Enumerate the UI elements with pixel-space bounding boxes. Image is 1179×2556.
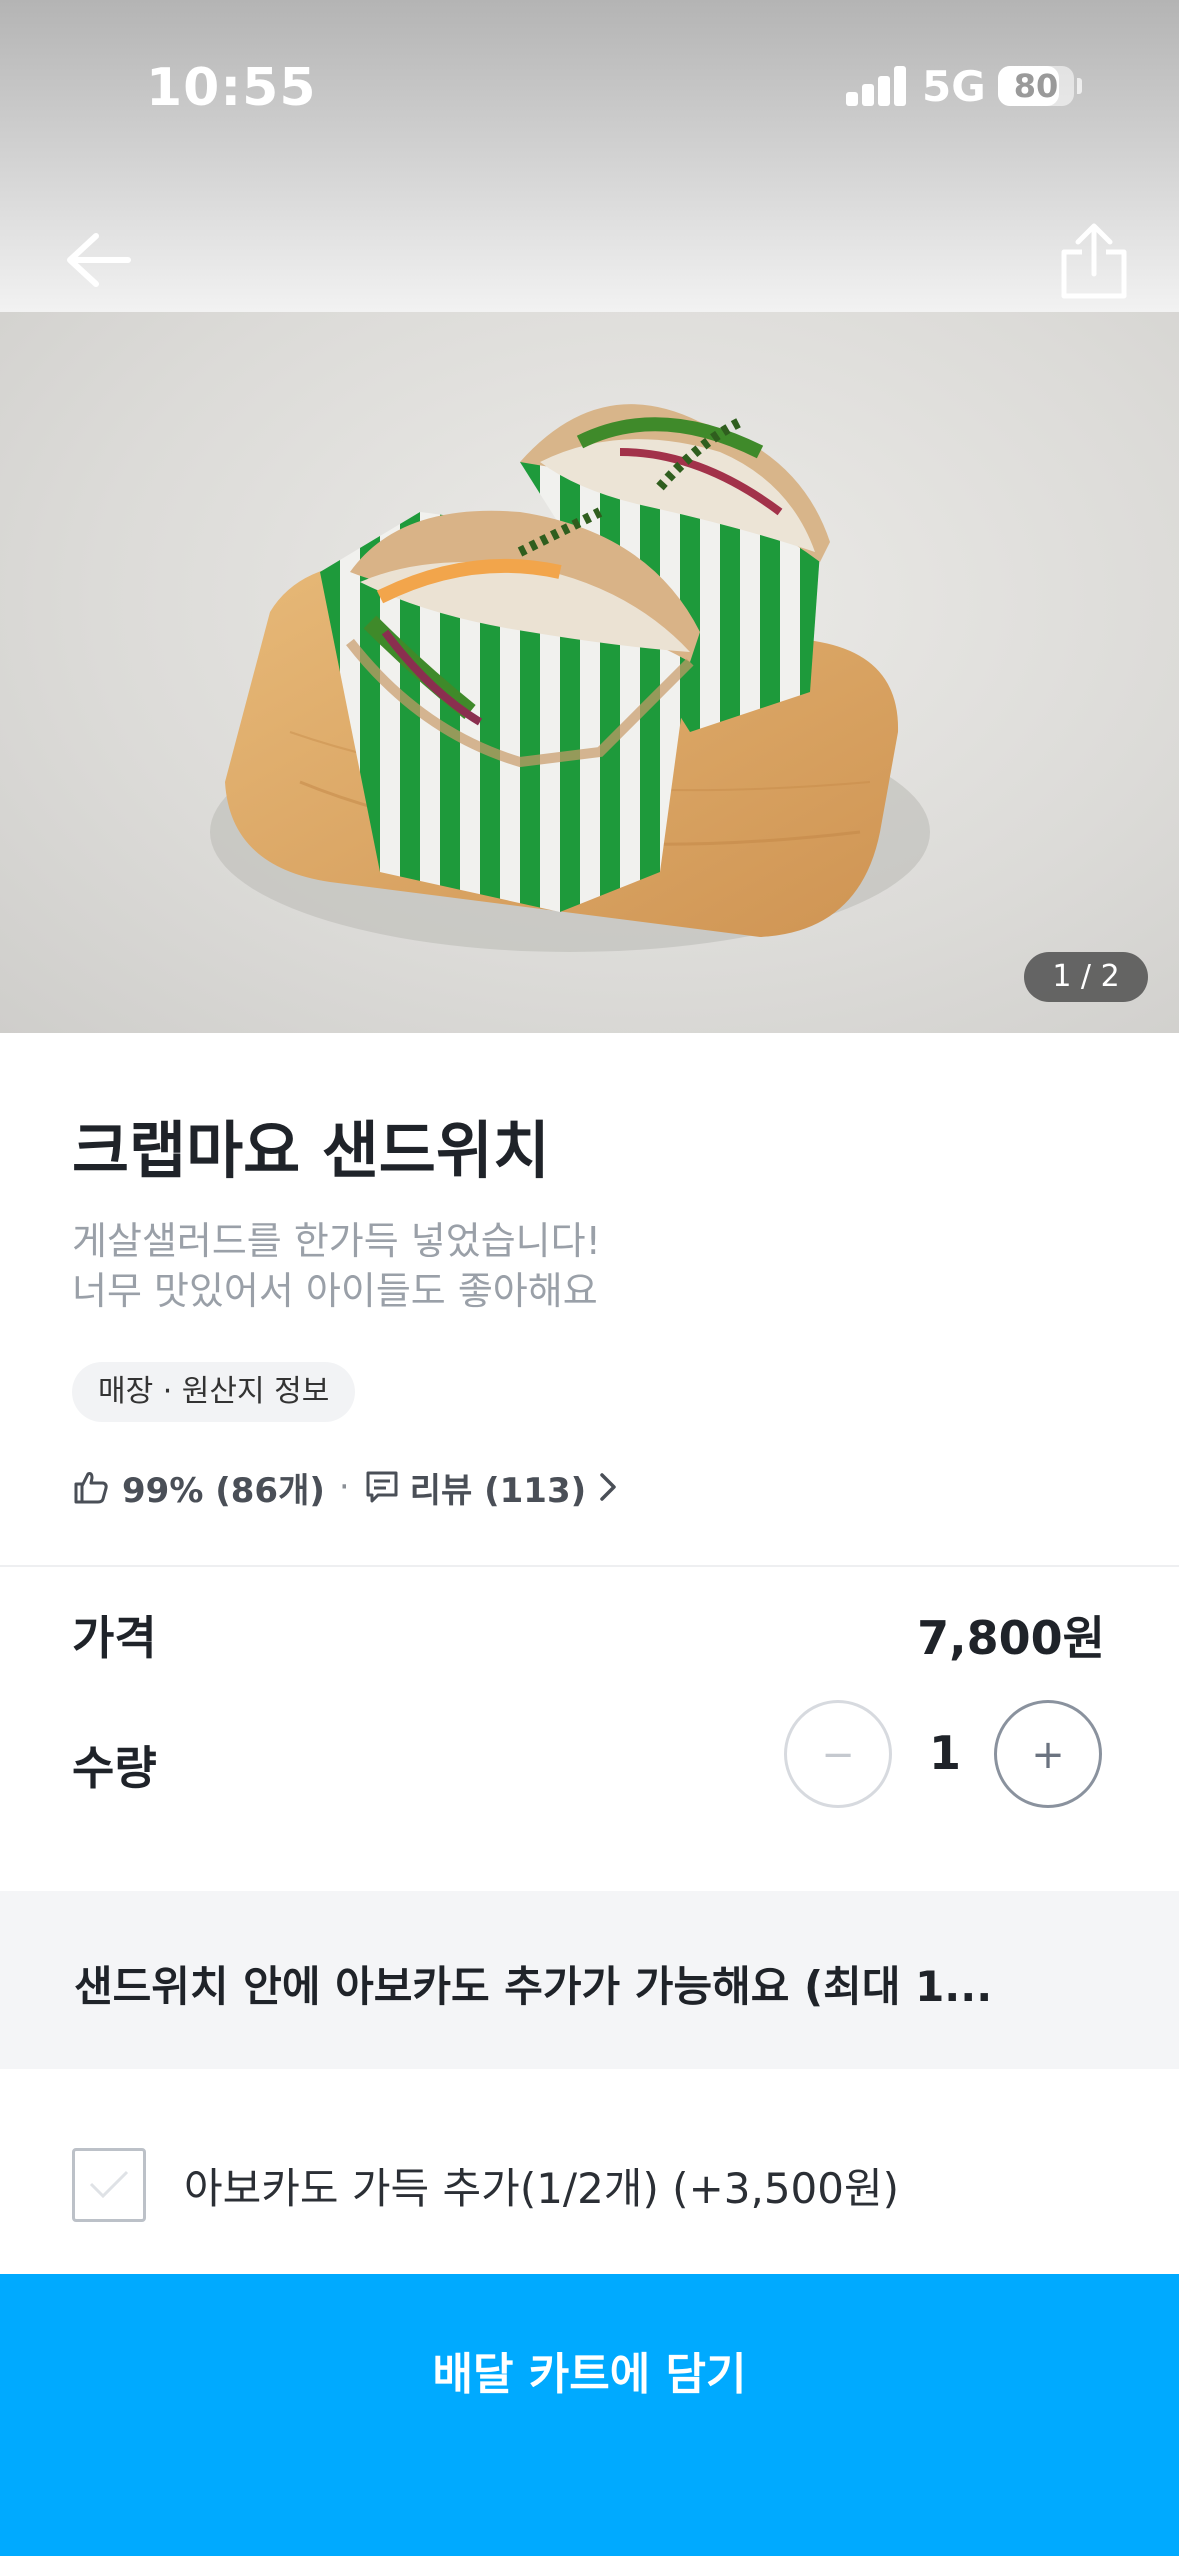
option-group-header: 샌드위치 안에 아보카도 추가가 가능해요 (최대 1... bbox=[0, 1891, 1179, 2069]
section-divider bbox=[0, 1565, 1179, 1567]
app-header: 10:55 5G 80 bbox=[0, 0, 1179, 312]
review-count: 리뷰 (113) bbox=[409, 1470, 587, 1511]
rating-review-row[interactable]: 99% (86개) · 리뷰 (113) bbox=[72, 1462, 620, 1512]
battery-nub bbox=[1077, 78, 1082, 94]
cta-label: 배달 카트에 담기 bbox=[432, 2349, 747, 2400]
share-icon bbox=[1061, 223, 1127, 299]
image-counter: 1 / 2 bbox=[1024, 952, 1148, 1002]
option-item[interactable]: 아보카도 가득 추가(1/2개) (+3,500원) bbox=[72, 2146, 899, 2224]
chevron-right-icon bbox=[600, 1473, 616, 1501]
sandwich-illustration bbox=[210, 404, 930, 952]
price-value: 7,800원 bbox=[917, 1611, 1105, 1665]
quantity-value: 1 bbox=[928, 1726, 961, 1780]
battery-icon: 80 bbox=[998, 66, 1074, 106]
comment-icon bbox=[366, 1471, 398, 1503]
add-to-delivery-cart-button[interactable]: 배달 카트에 담기 bbox=[0, 2274, 1179, 2556]
signal-icon bbox=[846, 66, 906, 106]
quantity-decrease-button[interactable]: − bbox=[784, 1700, 892, 1808]
store-origin-info-chip[interactable]: 매장 · 원산지 정보 bbox=[72, 1362, 356, 1422]
arrow-left-icon bbox=[67, 233, 131, 287]
product-title: 크랩마요 샌드위치 bbox=[72, 1114, 550, 1187]
product-image[interactable] bbox=[0, 312, 1179, 1033]
share-button[interactable] bbox=[1058, 222, 1130, 300]
option-group-title: 샌드위치 안에 아보카도 추가가 가능해요 (최대 1... bbox=[74, 1962, 993, 2011]
quantity-label: 수량 bbox=[72, 1741, 157, 1795]
description-line: 게살샐러드를 한가득 넣었습니다! bbox=[72, 1219, 601, 1263]
quantity-increase-button[interactable]: + bbox=[994, 1700, 1102, 1808]
network-type: 5G bbox=[922, 62, 986, 111]
battery-level: 80 bbox=[1013, 67, 1059, 105]
separator: · bbox=[338, 1467, 350, 1507]
price-label: 가격 bbox=[72, 1611, 157, 1665]
option-label: 아보카도 가득 추가(1/2개) (+3,500원) bbox=[184, 2163, 900, 2213]
thumbs-up-icon bbox=[74, 1472, 108, 1504]
description-line: 너무 맛있어서 아이들도 좋아해요 bbox=[72, 1269, 598, 1313]
option-checkbox[interactable] bbox=[72, 2148, 146, 2222]
back-button[interactable] bbox=[62, 228, 134, 292]
rating-value: 99% (86개) bbox=[122, 1470, 325, 1511]
product-description: 게살샐러드를 한가득 넣었습니다! 너무 맛있어서 아이들도 좋아해요 bbox=[72, 1216, 601, 1316]
check-icon bbox=[89, 2170, 129, 2199]
status-time: 10:55 bbox=[146, 58, 317, 118]
